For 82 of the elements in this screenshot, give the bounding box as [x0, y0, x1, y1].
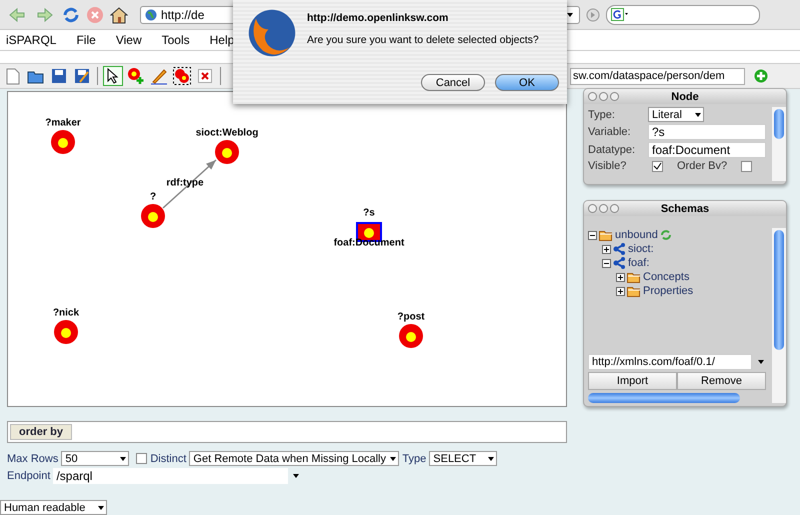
dialog-button[interactable]: OK [495, 74, 559, 91]
menu-item[interactable]: Help [210, 33, 234, 47]
search-engine-icon[interactable] [611, 8, 629, 21]
variable-node[interactable] [214, 139, 240, 165]
expand-icon[interactable] [616, 286, 625, 296]
node-label: ? [150, 192, 156, 202]
variable-label: Variable: [588, 126, 632, 138]
tree-item[interactable]: Concepts [643, 271, 690, 283]
variable-field[interactable]: ?s [648, 124, 766, 140]
output-format-select[interactable]: Human readable [0, 500, 107, 515]
endpoint-field[interactable]: /sparql [53, 468, 288, 484]
palette-title: Schemas [660, 202, 710, 214]
browser-logo-icon [247, 8, 297, 58]
collapse-icon[interactable] [588, 230, 597, 240]
max-rows-select[interactable]: 50 [61, 451, 130, 466]
schema-button[interactable]: Import [588, 372, 677, 390]
dialog-button[interactable]: Cancel [421, 74, 485, 91]
tree-item[interactable]: foaf: [628, 257, 650, 269]
node-label: sioct:Weblog [196, 128, 258, 138]
type-label: Type: [588, 108, 616, 120]
variable-node[interactable] [140, 203, 166, 229]
group-nodes-icon[interactable] [172, 66, 192, 86]
datatype-field[interactable]: foaf:Document [648, 142, 766, 158]
window-controls-icon[interactable] [588, 204, 622, 213]
node-datatype: foaf:Document [334, 238, 404, 248]
variable-node[interactable] [398, 323, 424, 349]
query-type-select[interactable]: SELECT [429, 451, 498, 466]
distinct-checkbox[interactable] [136, 453, 148, 464]
order-by-tab[interactable]: order by [10, 424, 72, 440]
expand-icon[interactable] [616, 272, 625, 282]
edge-label: rdf:type [166, 178, 204, 188]
collapse-icon[interactable] [602, 258, 611, 268]
dialog-message: Are you sure you want to delete selected objects? [307, 34, 540, 46]
search-field[interactable] [606, 4, 760, 24]
home-icon[interactable] [110, 6, 128, 24]
add-node-icon[interactable] [126, 66, 146, 86]
endpoint-label: Endpoint [7, 470, 50, 482]
window-controls-icon[interactable] [588, 92, 622, 101]
horizontal-scrollbar[interactable] [588, 393, 740, 403]
variable-node[interactable] [53, 319, 79, 345]
variable-node[interactable] [50, 129, 76, 155]
folder-icon [627, 286, 641, 296]
tree-item[interactable]: sioct: [628, 243, 654, 255]
node-label: ?maker [45, 118, 81, 128]
go-icon[interactable] [586, 8, 600, 22]
tree-item[interactable]: Properties [643, 285, 694, 297]
pointer-icon[interactable] [103, 66, 123, 86]
add-icon[interactable] [754, 69, 768, 83]
remote-data-select[interactable]: Get Remote Data when Missing Locally [189, 451, 400, 466]
reload-icon[interactable] [62, 6, 80, 24]
node-label: ?nick [52, 308, 80, 318]
menu-item[interactable]: File [76, 33, 96, 47]
type-label: Type [402, 452, 426, 464]
schema-button[interactable]: Remove [677, 372, 766, 390]
order-by-checkbox[interactable] [741, 160, 752, 172]
node-label: ?s [363, 208, 375, 218]
visible-checkbox[interactable] [652, 160, 663, 172]
palette-title: Node [671, 90, 699, 102]
tree-item[interactable]: unbound [615, 229, 658, 241]
menu-item[interactable]: iSPARQL [6, 33, 56, 47]
node-label: ?post [397, 312, 425, 322]
dialog-title: http://demo.openlinksw.com [307, 12, 450, 24]
globe-icon [145, 8, 157, 20]
menu-item[interactable]: Tools [162, 33, 190, 47]
delete-icon[interactable] [195, 66, 215, 86]
max-rows-label: Max Rows [7, 452, 58, 464]
distinct-label: Distinct [150, 452, 186, 464]
order-by-label: Order Bv? [677, 160, 728, 172]
folder-icon [599, 230, 613, 240]
visible-label: Visible? [588, 160, 628, 172]
node-type-select[interactable]: Literal [648, 107, 704, 122]
share-graph-icon [613, 257, 626, 269]
schema-url-field[interactable]: http://xmlns.com/foaf/0.1/ [588, 354, 752, 370]
save-icon[interactable] [49, 66, 69, 86]
expand-icon[interactable] [602, 244, 611, 254]
folder-icon [627, 272, 641, 282]
menu-item[interactable]: View [116, 33, 142, 47]
datatype-label: Datatype: [588, 144, 636, 156]
share-graph-icon [613, 243, 626, 255]
save-as-icon[interactable] [72, 66, 92, 86]
endpoint-url-field[interactable]: sw.com/dataspace/person/dem [570, 68, 745, 84]
query-canvas[interactable]: rdf:type ?maker sioct:Weblog ? ?s foaf:Document ?nick ?post [7, 91, 567, 407]
